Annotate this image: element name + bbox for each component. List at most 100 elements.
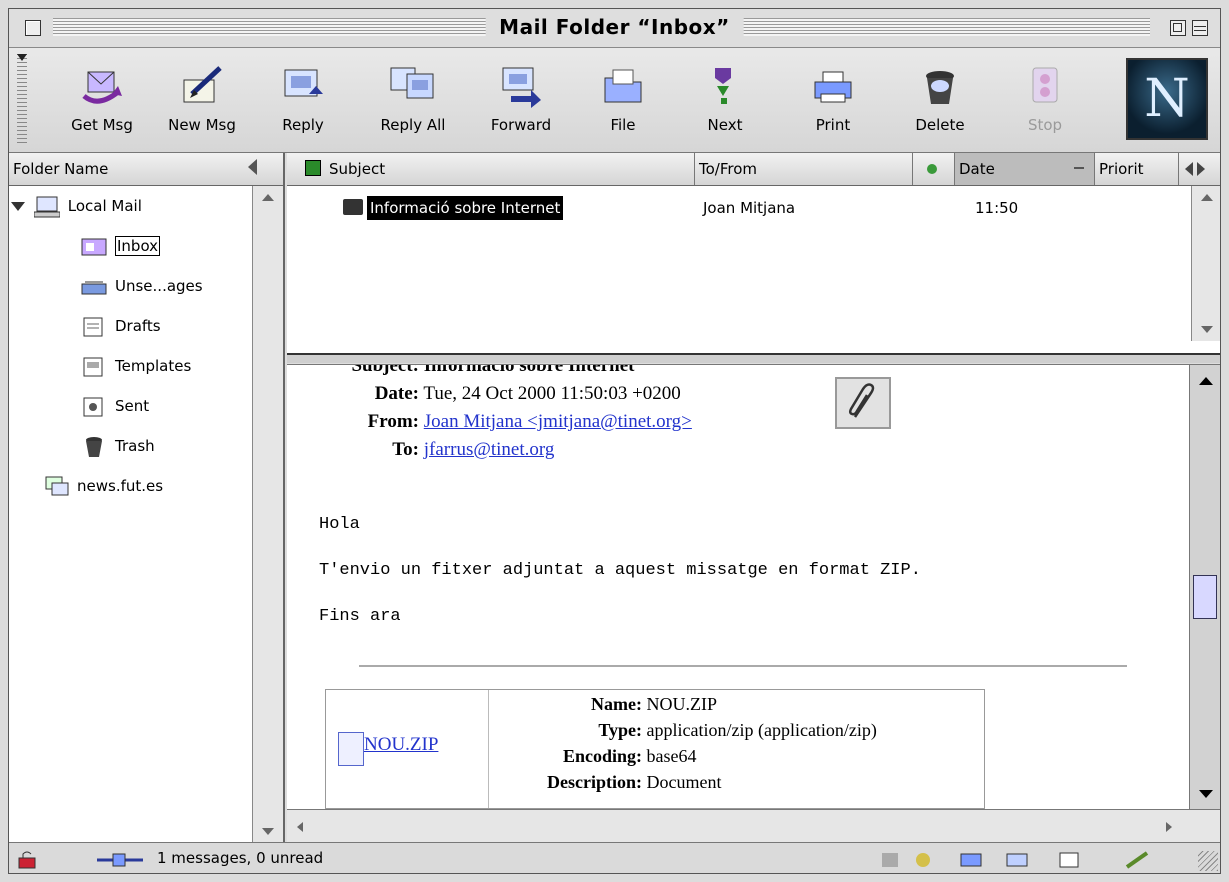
message-list-scrollbar[interactable] bbox=[1191, 186, 1220, 341]
tofrom-column-header[interactable]: To/From bbox=[695, 153, 913, 185]
folder-news-server[interactable]: news.fut.es bbox=[43, 470, 163, 502]
next-label: Next bbox=[707, 116, 743, 134]
file-folder-icon bbox=[599, 62, 647, 110]
read-status-column-header[interactable] bbox=[913, 153, 955, 185]
trash-can-icon bbox=[916, 62, 964, 110]
folder-tree: Local Mail Inbox Unse...ages Drafts Temp… bbox=[9, 186, 245, 843]
print-label: Print bbox=[815, 116, 851, 134]
toolbar-collapse-grip[interactable] bbox=[17, 54, 27, 146]
from-header-line: From: Joan Mitjana <jmitjana@tinet.org> bbox=[319, 411, 692, 433]
forward-button[interactable]: Forward bbox=[475, 62, 567, 134]
new-msg-icon bbox=[178, 62, 226, 110]
folder-label: Local Mail bbox=[67, 197, 142, 215]
new-msg-button[interactable]: New Msg bbox=[157, 62, 247, 134]
column-scroll-arrows[interactable] bbox=[1179, 153, 1220, 185]
preview-horizontal-scrollbar[interactable] bbox=[287, 809, 1220, 844]
message-list: Subject To/From Date Priorit Informació bbox=[287, 153, 1220, 355]
scroll-up-arrow-icon[interactable] bbox=[262, 194, 274, 201]
attachment-name-value: NOU.ZIP bbox=[646, 694, 718, 714]
subject-header-value: Informació sobre Internet bbox=[423, 364, 635, 376]
composer-icon[interactable] bbox=[911, 849, 935, 867]
columns-left-arrow-icon[interactable] bbox=[1185, 162, 1193, 176]
print-button[interactable]: Print bbox=[805, 62, 861, 134]
folder-templates[interactable]: Templates bbox=[81, 350, 191, 382]
folder-name-header[interactable]: Folder Name bbox=[9, 153, 283, 186]
sent-icon bbox=[81, 396, 107, 418]
reply-all-icon bbox=[389, 62, 437, 110]
scroll-down-arrow-icon[interactable] bbox=[1201, 326, 1213, 333]
from-link[interactable]: Joan Mitjana <jmitjana@tinet.org> bbox=[424, 411, 692, 432]
scroll-down-arrow-icon[interactable] bbox=[1199, 790, 1213, 798]
scroll-up-arrow-icon[interactable] bbox=[1201, 194, 1213, 201]
folder-sent[interactable]: Sent bbox=[81, 390, 149, 422]
next-icon bbox=[701, 62, 749, 110]
reply-all-label: Reply All bbox=[380, 116, 446, 134]
folder-inbox[interactable]: Inbox bbox=[81, 230, 161, 262]
preview-scrollbar[interactable] bbox=[1189, 365, 1220, 810]
to-header-label: To: bbox=[392, 439, 419, 460]
security-lock-icon[interactable] bbox=[17, 849, 41, 869]
mail-icon[interactable] bbox=[959, 849, 983, 867]
trash-icon bbox=[81, 436, 107, 458]
scroll-right-arrow-icon[interactable] bbox=[1166, 822, 1172, 832]
delete-button[interactable]: Delete bbox=[905, 62, 975, 134]
attachment-type-row: Type: application/zip (application/zip) bbox=[492, 720, 877, 741]
priority-column-header[interactable]: Priorit bbox=[1095, 153, 1179, 185]
file-button[interactable]: File bbox=[597, 62, 649, 134]
folder-trash[interactable]: Trash bbox=[81, 430, 155, 462]
get-msg-button[interactable]: Get Msg bbox=[59, 62, 145, 134]
body-line: T'envio un fitxer adjuntat a aquest miss… bbox=[319, 561, 921, 580]
file-label: File bbox=[610, 116, 636, 134]
attachment-type-value: application/zip (application/zip) bbox=[646, 720, 877, 740]
folder-label: Sent bbox=[115, 397, 150, 415]
message-row[interactable]: Informació sobre Internet Joan Mitjana 1… bbox=[287, 193, 1220, 223]
collapse-box[interactable] bbox=[1192, 20, 1208, 36]
new-msg-label: New Msg bbox=[168, 116, 236, 134]
resize-grip[interactable] bbox=[1198, 851, 1218, 871]
online-status-icon[interactable] bbox=[95, 849, 145, 867]
scroll-left-arrow-icon[interactable] bbox=[297, 822, 303, 832]
attachment-description-value: Document bbox=[646, 772, 722, 792]
folder-label: news.fut.es bbox=[77, 477, 164, 495]
pane-splitter[interactable] bbox=[287, 355, 1220, 363]
reply-button[interactable]: Reply bbox=[277, 62, 329, 134]
navigator-icon[interactable] bbox=[879, 849, 903, 867]
to-link[interactable]: jfarrus@tinet.org bbox=[424, 439, 555, 460]
attachment-paperclip-button[interactable] bbox=[835, 377, 891, 429]
title-bar[interactable]: Mail Folder “Inbox” bbox=[9, 9, 1220, 48]
stop-button[interactable]: Stop bbox=[1017, 62, 1073, 134]
folder-label: Drafts bbox=[115, 317, 161, 335]
paperclip-icon bbox=[848, 383, 875, 418]
netscape-logo[interactable]: N bbox=[1126, 58, 1208, 140]
scroll-thumb[interactable] bbox=[1193, 575, 1217, 619]
attachment-link[interactable]: NOU.ZIP bbox=[364, 734, 438, 756]
collapse-pane-arrow-icon[interactable] bbox=[248, 159, 257, 175]
date-header-value: Tue, 24 Oct 2000 11:50:03 +0200 bbox=[423, 383, 681, 404]
folder-unsent-messages[interactable]: Unse...ages bbox=[81, 270, 203, 302]
to-header-line: To: jfarrus@tinet.org bbox=[319, 439, 554, 461]
folder-scrollbar[interactable] bbox=[252, 186, 283, 843]
reply-icon bbox=[279, 62, 327, 110]
disclosure-triangle-icon[interactable] bbox=[11, 202, 25, 211]
date-column-header[interactable]: Date bbox=[955, 153, 1095, 185]
folder-drafts[interactable]: Drafts bbox=[81, 310, 161, 342]
body-line: Hola bbox=[319, 515, 360, 534]
status-text: 1 messages, 0 unread bbox=[157, 849, 324, 867]
attachment-divider bbox=[359, 665, 1127, 667]
address-book-icon[interactable] bbox=[1005, 849, 1029, 867]
folder-local-mail[interactable]: Local Mail bbox=[11, 190, 142, 222]
reply-label: Reply bbox=[282, 116, 324, 134]
thread-toggle-icon[interactable] bbox=[305, 160, 321, 176]
reply-all-button[interactable]: Reply All bbox=[365, 62, 461, 134]
columns-right-arrow-icon[interactable] bbox=[1197, 162, 1205, 176]
close-box[interactable] bbox=[25, 20, 41, 36]
edit-pencil-icon[interactable] bbox=[1125, 849, 1149, 869]
scroll-up-arrow-icon[interactable] bbox=[1199, 377, 1213, 385]
next-button[interactable]: Next bbox=[697, 62, 753, 134]
date-column-label: Date bbox=[959, 160, 995, 178]
subject-column-header[interactable]: Subject bbox=[301, 153, 695, 185]
composer-page-icon[interactable] bbox=[1057, 849, 1081, 868]
zoom-box[interactable] bbox=[1170, 20, 1186, 36]
attachment-description-row: Description: Document bbox=[492, 772, 721, 793]
scroll-down-arrow-icon[interactable] bbox=[262, 828, 274, 835]
